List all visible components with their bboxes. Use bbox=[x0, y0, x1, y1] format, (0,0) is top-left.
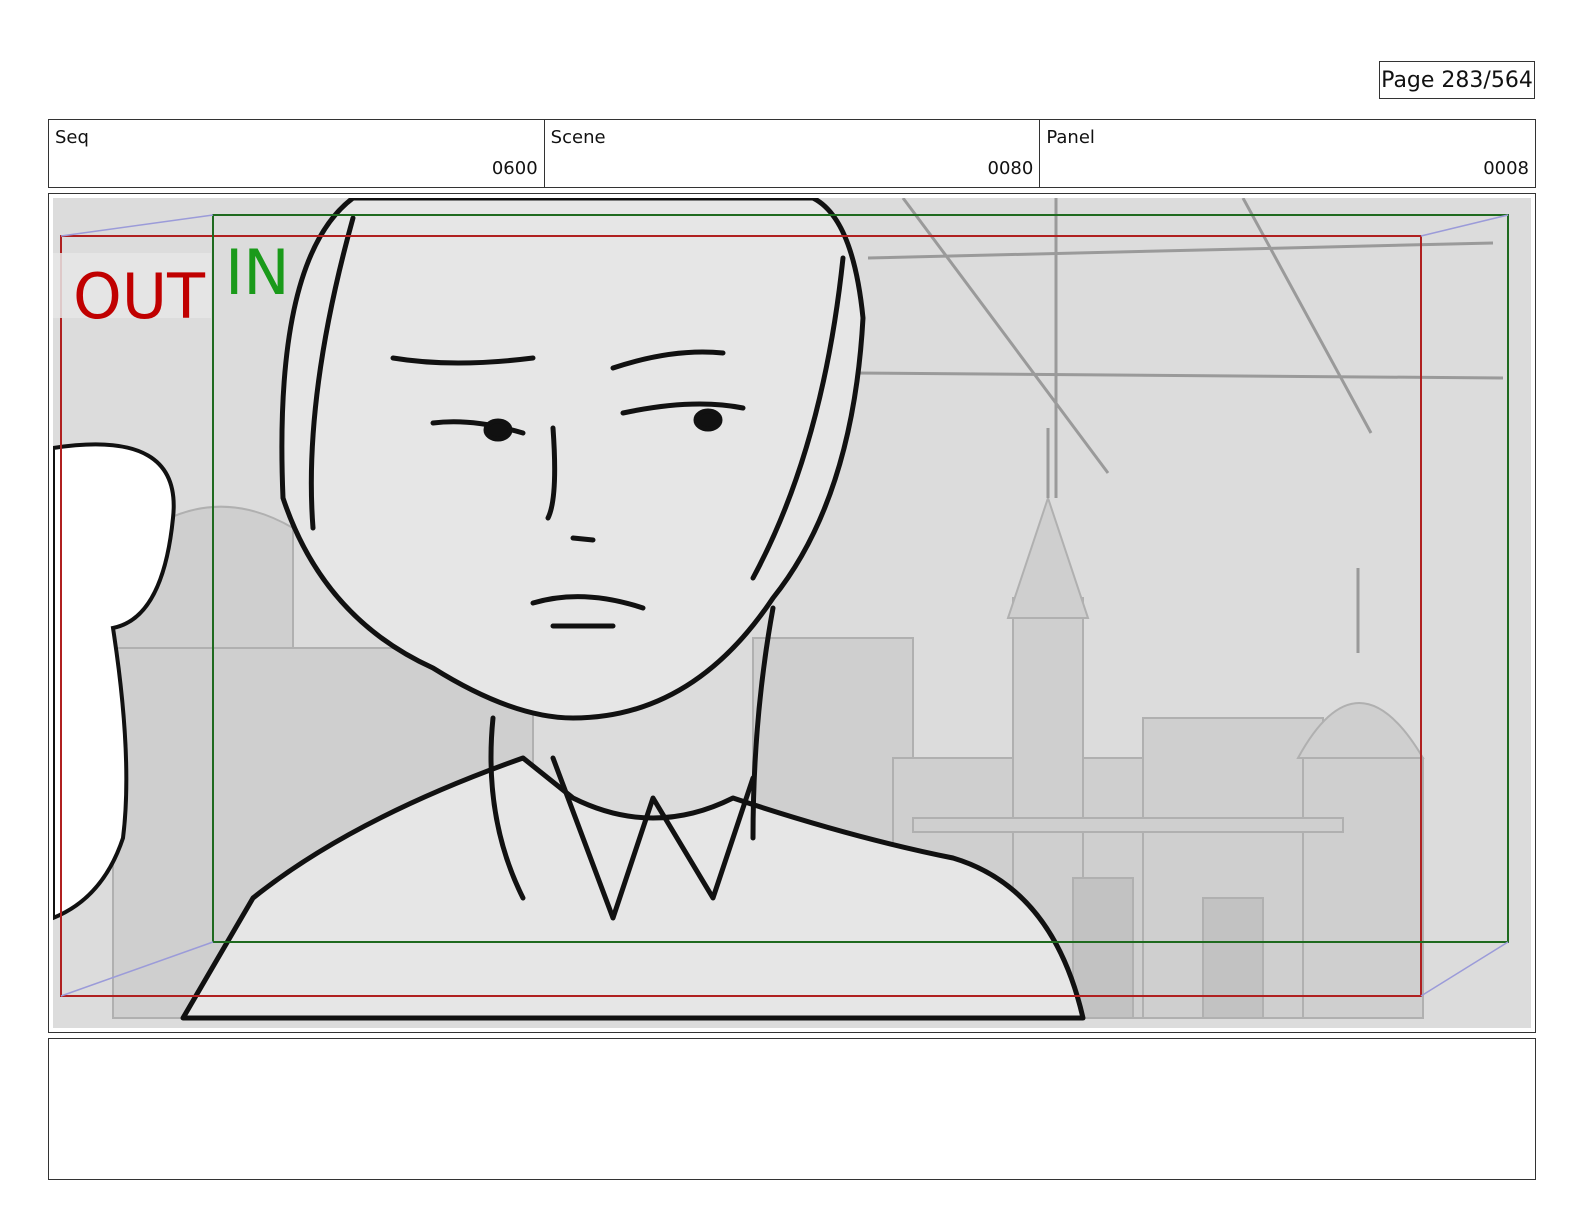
out-label: OUT bbox=[73, 260, 206, 333]
storyboard-drawing: OUT IN bbox=[53, 198, 1531, 1028]
scene-cell: Scene 0080 bbox=[545, 120, 1041, 187]
seq-label: Seq bbox=[55, 127, 89, 148]
scene-label: Scene bbox=[550, 127, 606, 148]
storyboard-frame: OUT IN bbox=[48, 193, 1536, 1033]
panel-header: Seq 0600 Scene 0080 Panel 0008 bbox=[48, 119, 1536, 188]
page-number: Page 283/564 bbox=[1379, 61, 1535, 99]
seq-value: 0600 bbox=[491, 158, 538, 179]
panel-value: 0008 bbox=[1483, 158, 1530, 179]
page-number-text: Page 283/564 bbox=[1381, 67, 1533, 93]
notes-box bbox=[48, 1038, 1536, 1180]
scene-value: 0080 bbox=[987, 158, 1034, 179]
in-label: IN bbox=[225, 236, 290, 309]
panel-cell: Panel 0008 bbox=[1040, 120, 1535, 187]
panel-label: Panel bbox=[1046, 127, 1095, 148]
seq-cell: Seq 0600 bbox=[49, 120, 545, 187]
